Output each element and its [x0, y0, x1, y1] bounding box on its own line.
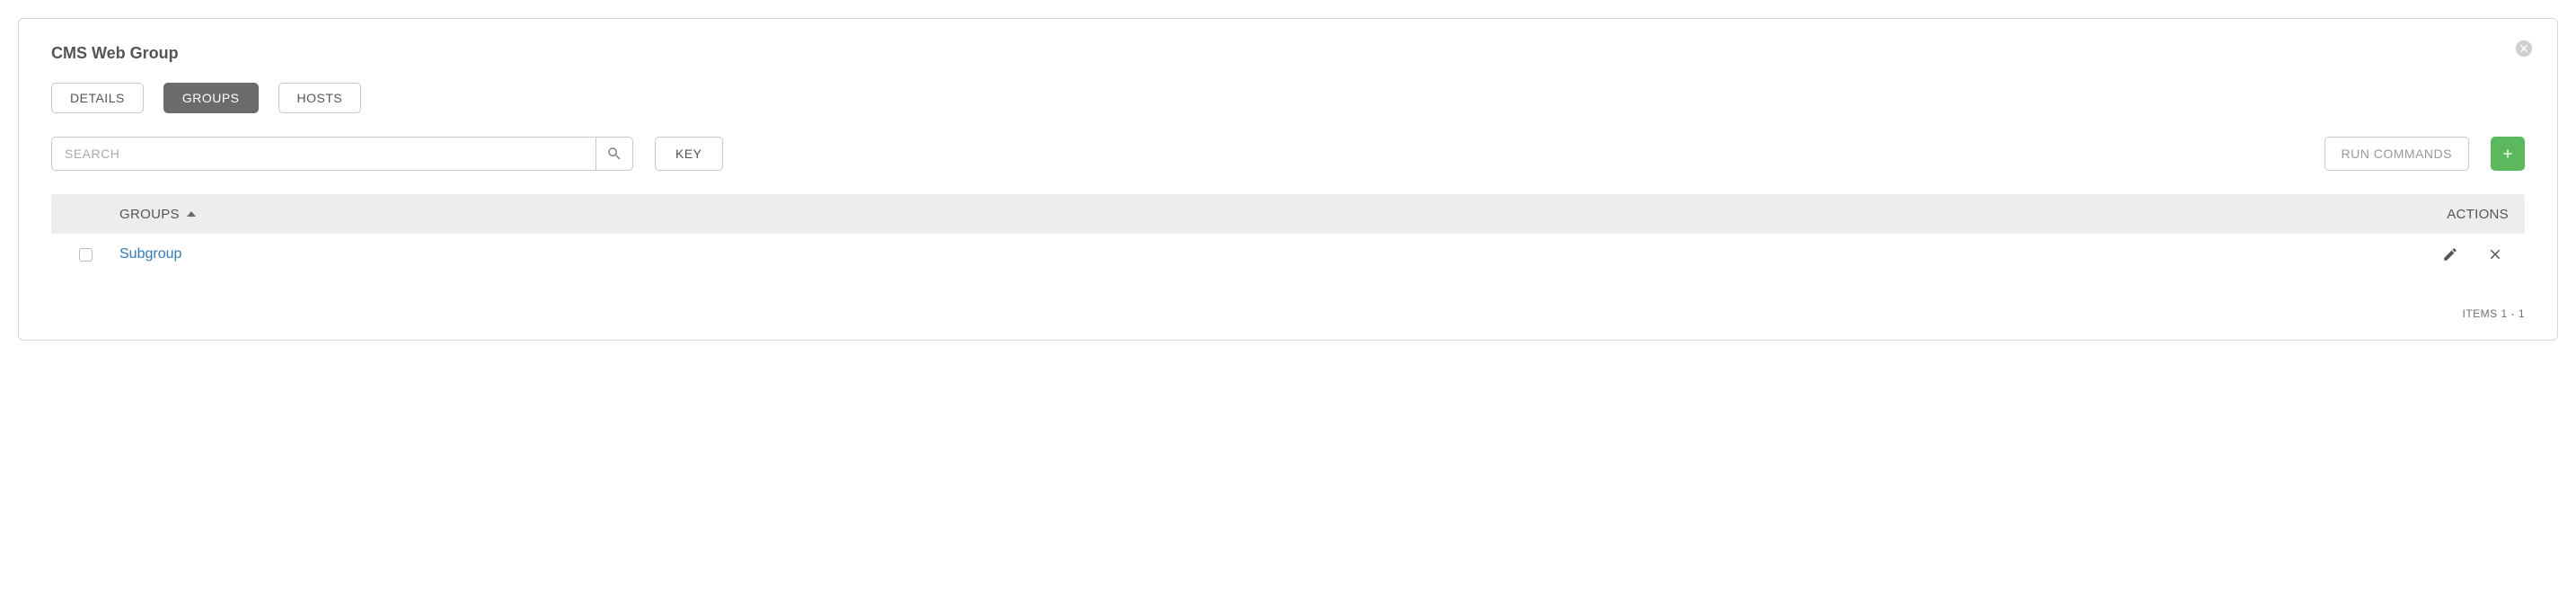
header-groups-col[interactable]: GROUPS [119, 207, 2426, 222]
row-name-cell: Subgroup [119, 246, 2426, 262]
plus-icon [2501, 147, 2515, 161]
row-actions [2426, 246, 2525, 262]
header-groups-label: GROUPS [119, 207, 180, 222]
pencil-icon [2442, 246, 2458, 262]
x-icon [2487, 246, 2503, 262]
run-commands-button[interactable]: RUN COMMANDS [2325, 137, 2469, 171]
search-input[interactable] [51, 137, 595, 171]
tab-groups[interactable]: GROUPS [163, 83, 259, 113]
search-icon [606, 146, 622, 162]
panel: CMS Web Group DETAILS GROUPS HOSTS KEY R… [18, 18, 2558, 341]
search-group [51, 137, 633, 171]
tab-details[interactable]: DETAILS [51, 83, 144, 113]
footer: ITEMS 1 - 1 [51, 307, 2525, 320]
table-row: Subgroup [51, 234, 2525, 275]
key-button[interactable]: KEY [655, 137, 723, 171]
close-button[interactable] [2514, 39, 2534, 58]
row-checkbox-cell [51, 248, 119, 262]
close-icon [2514, 39, 2534, 58]
tab-hosts[interactable]: HOSTS [278, 83, 362, 113]
table-header: GROUPS ACTIONS [51, 194, 2525, 234]
sort-ascending-icon [187, 211, 196, 217]
delete-button[interactable] [2487, 246, 2503, 262]
header-actions-col: ACTIONS [2426, 207, 2525, 222]
toolbar-spacer [745, 137, 2303, 171]
tabs: DETAILS GROUPS HOSTS [51, 83, 2525, 113]
items-count: ITEMS 1 - 1 [2462, 307, 2525, 320]
add-button[interactable] [2491, 137, 2525, 171]
search-button[interactable] [595, 137, 633, 171]
panel-title: CMS Web Group [51, 44, 2525, 63]
edit-button[interactable] [2442, 246, 2458, 262]
toolbar: KEY RUN COMMANDS [51, 137, 2525, 171]
row-checkbox[interactable] [79, 248, 93, 262]
row-link-subgroup[interactable]: Subgroup [119, 246, 181, 262]
